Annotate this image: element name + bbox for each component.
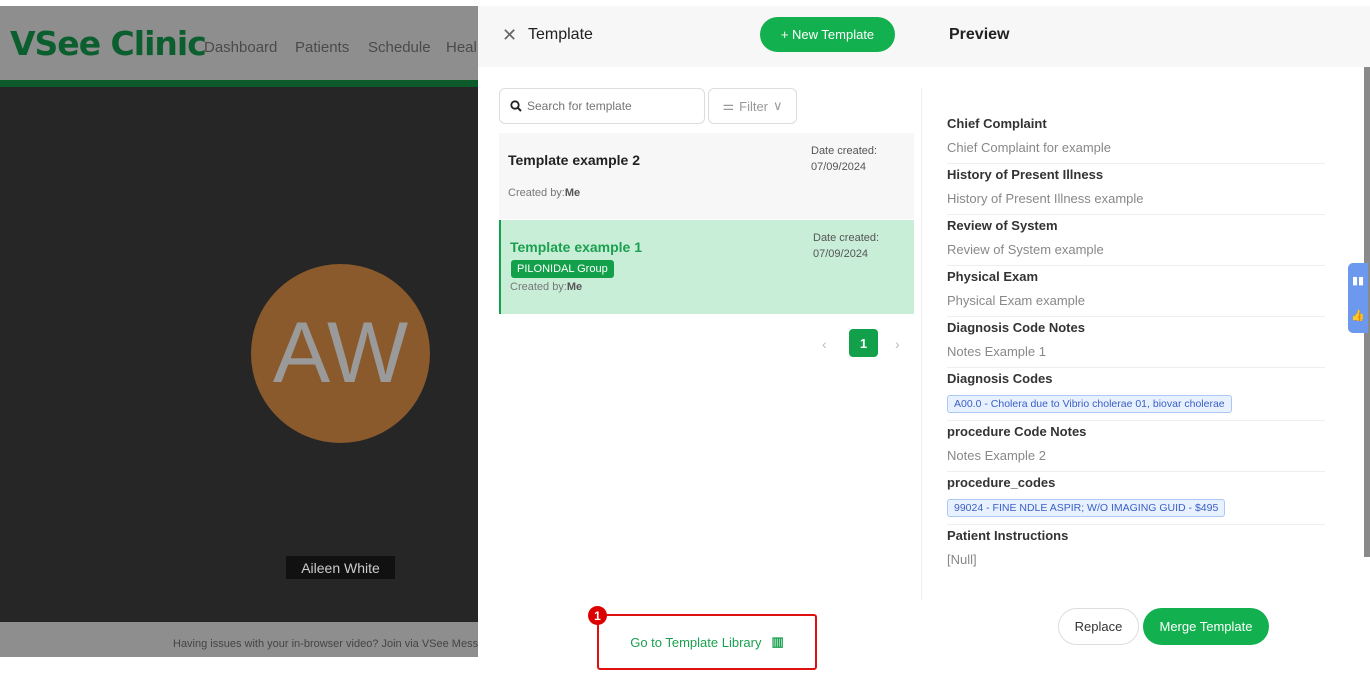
value-ros: Review of System example	[947, 241, 1325, 266]
merge-template-button[interactable]: Merge Template	[1143, 608, 1269, 645]
search-input[interactable]	[527, 99, 687, 113]
logo: VSee Clinic	[10, 24, 207, 63]
value-hpi: History of Present Illness example	[947, 190, 1325, 215]
nav-patients[interactable]: Patients	[295, 39, 349, 56]
created-by: Created by:Me	[510, 281, 583, 293]
filter-button[interactable]: ⚌ Filter ∨	[708, 88, 797, 124]
value-chief-complaint: Chief Complaint for example	[947, 139, 1325, 164]
nav-schedule[interactable]: Schedule	[368, 39, 431, 56]
label-dx-notes: Diagnosis Code Notes	[947, 320, 1085, 335]
panel-divider	[921, 88, 922, 600]
label-proc-notes: procedure Code Notes	[947, 424, 1087, 439]
value-dx-notes: Notes Example 1	[947, 343, 1325, 368]
label-proc-codes: procedure_codes	[947, 475, 1056, 490]
date-created: Date created: 07/09/2024	[811, 145, 878, 173]
thumbs-icon[interactable]: 👍	[1351, 309, 1365, 322]
label-hpi: History of Present Illness	[947, 167, 1104, 182]
search-icon	[510, 100, 522, 112]
go-to-template-library-link[interactable]: Go to Template Library ▥	[597, 614, 817, 670]
nav-dashboard[interactable]: Dashboard	[204, 39, 277, 56]
sliders-icon: ⚌	[722, 98, 735, 113]
template-name: Template example 2	[508, 152, 641, 168]
footer-text: Having issues with your in-browser video…	[173, 638, 478, 650]
created-by: Created by:Me	[508, 187, 581, 199]
books-icon: ▥	[771, 634, 784, 649]
template-card[interactable]: Template example 2 Created by:Me Date cr…	[499, 133, 914, 219]
chevron-down-icon: ∨	[773, 98, 783, 113]
library-label: Go to Template Library	[630, 634, 762, 650]
header-divider	[0, 80, 478, 87]
label-chief-complaint: Chief Complaint	[947, 116, 1047, 131]
replace-button[interactable]: Replace	[1058, 608, 1139, 645]
group-tag: PILONIDAL Group	[511, 260, 614, 278]
template-card-selected[interactable]: Template example 1 PILONIDAL Group Creat…	[499, 220, 914, 314]
new-template-button[interactable]: + New Template	[760, 17, 895, 52]
side-widget[interactable]: ▮▮ 👍	[1348, 263, 1368, 333]
label-ros: Review of System	[947, 218, 1058, 233]
value-proc-notes: Notes Example 2	[947, 447, 1325, 472]
nav-health[interactable]: Heal	[446, 39, 477, 56]
chevron-left-icon[interactable]: ‹	[822, 336, 827, 352]
date-created: Date created: 07/09/2024	[813, 232, 880, 260]
value-instructions: [Null]	[947, 552, 977, 567]
book-icon[interactable]: ▮▮	[1352, 274, 1364, 287]
preview-title: Preview	[949, 26, 1010, 43]
template-name: Template example 1	[510, 239, 643, 255]
participant-name: Aileen White	[286, 556, 395, 579]
filter-label: Filter	[739, 98, 769, 114]
annotation-badge: 1	[588, 606, 607, 625]
drawer-title: Template	[528, 26, 593, 43]
drawer-header	[478, 6, 1370, 67]
label-physical-exam: Physical Exam	[947, 269, 1039, 284]
label-instructions: Patient Instructions	[947, 528, 1069, 543]
dx-code-chip: A00.0 - Cholera due to Vibrio cholerae 0…	[947, 395, 1232, 413]
value-physical-exam: Physical Exam example	[947, 292, 1325, 317]
label-dx-codes: Diagnosis Codes	[947, 371, 1053, 386]
avatar: AW	[251, 264, 430, 443]
search-field[interactable]	[499, 88, 705, 124]
page-1-button[interactable]: 1	[849, 329, 878, 357]
proc-code-chip: 99024 - FINE NDLE ASPIR; W/O IMAGING GUI…	[947, 499, 1226, 517]
chevron-right-icon[interactable]: ›	[895, 336, 900, 352]
close-icon[interactable]: ✕	[502, 25, 517, 46]
preview-panel: Chief Complaint Chief Complaint for exam…	[947, 114, 1325, 577]
